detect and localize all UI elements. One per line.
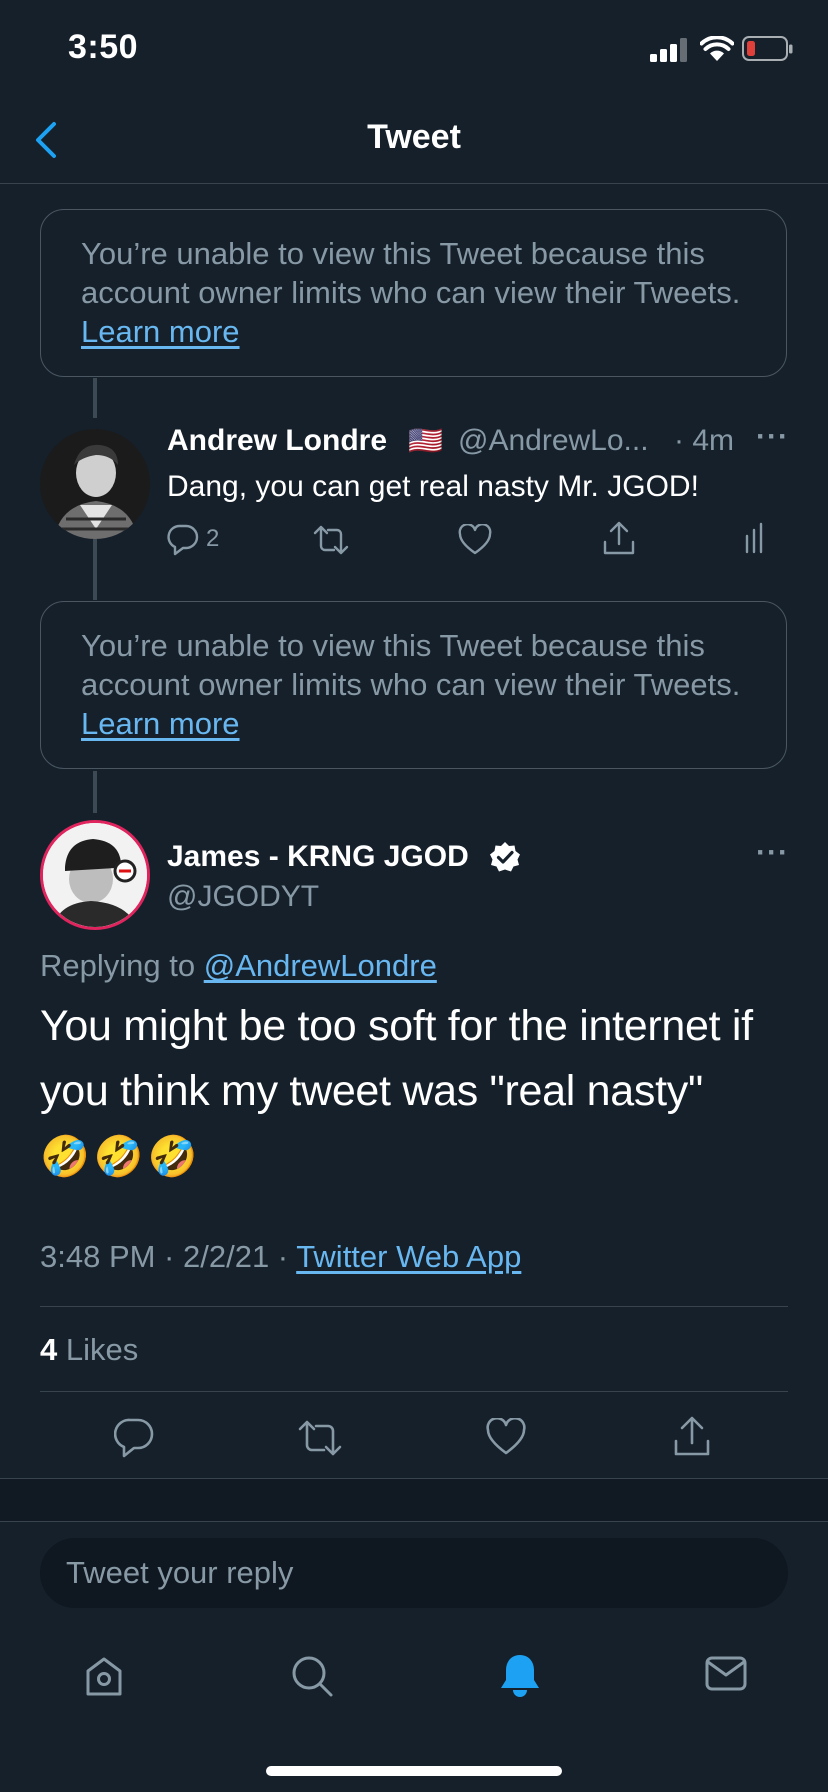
share-icon[interactable] — [672, 1414, 712, 1458]
author-handle[interactable]: @JGODYT — [167, 880, 319, 914]
divider — [40, 1306, 788, 1307]
divider — [0, 1521, 828, 1522]
tweet-time: · 4m — [674, 424, 734, 457]
reply-icon[interactable] — [166, 522, 200, 556]
wifi-icon — [700, 36, 734, 61]
restricted-tweet-notice: You’re unable to view this Tweet because… — [40, 601, 787, 769]
divider — [40, 1391, 788, 1392]
likes-stat[interactable]: 4 Likes — [40, 1332, 138, 1368]
author-name[interactable]: James - KRNG JGOD — [167, 840, 469, 874]
learn-more-link[interactable]: Learn more — [81, 314, 240, 349]
restricted-notice-text: You’re unable to view this Tweet because… — [81, 236, 741, 310]
emoji-row: 🤣🤣🤣 — [40, 1135, 202, 1179]
author-name[interactable]: Andrew Londre — [167, 424, 387, 458]
replying-to-label: Replying to — [40, 948, 196, 983]
page-title: Tweet — [367, 118, 461, 156]
signal-icon — [650, 38, 687, 62]
more-options-icon[interactable]: ··· — [756, 836, 789, 870]
reply-icon[interactable] — [114, 1416, 154, 1458]
header-divider — [0, 183, 828, 184]
reply-input[interactable]: Tweet your reply — [40, 1538, 788, 1608]
tweet-source-link[interactable]: Twitter Web App — [296, 1239, 521, 1274]
retweet-icon[interactable] — [297, 1418, 343, 1458]
like-icon[interactable] — [486, 1418, 526, 1456]
tweet-body: You might be too soft for the internet i… — [40, 1002, 753, 1115]
thread-line — [93, 538, 97, 600]
search-icon[interactable] — [290, 1654, 334, 1698]
notifications-icon[interactable] — [498, 1652, 542, 1698]
verified-badge-icon — [490, 842, 520, 872]
avatar[interactable] — [40, 429, 150, 539]
thread-line — [93, 378, 97, 418]
tweet-timestamp: 3:48 PM · 2/2/21 · — [40, 1239, 289, 1274]
retweet-icon[interactable] — [312, 524, 350, 556]
status-time: 3:50 — [68, 28, 139, 66]
share-icon[interactable] — [602, 520, 636, 556]
tweet-timestamp-row: 3:48 PM · 2/2/21 · Twitter Web App — [40, 1239, 521, 1275]
restricted-tweet-notice: You’re unable to view this Tweet because… — [40, 209, 787, 377]
author-handle[interactable]: @AndrewLo... — [458, 424, 649, 458]
more-options-icon[interactable]: ··· — [756, 420, 789, 454]
tweet-text: Dang, you can get real nasty Mr. JGOD! — [167, 470, 699, 503]
like-icon[interactable] — [458, 524, 492, 556]
reply-count: 2 — [206, 525, 220, 552]
likes-count: 4 — [40, 1332, 58, 1367]
main-tweet-text: You might be too soft for the internet i… — [40, 994, 800, 1190]
replying-to-link[interactable]: @AndrewLondre — [204, 948, 437, 983]
home-indicator — [266, 1766, 562, 1776]
reply-input-placeholder: Tweet your reply — [66, 1555, 294, 1590]
thread-line — [93, 771, 97, 813]
home-icon[interactable] — [82, 1654, 126, 1698]
section-gap — [0, 1479, 828, 1521]
battery-icon — [742, 36, 793, 61]
replying-to: Replying to @AndrewLondre — [40, 948, 437, 984]
avatar[interactable] — [40, 820, 150, 930]
flag-emoji: 🇺🇸 — [408, 425, 443, 456]
learn-more-link[interactable]: Learn more — [81, 706, 240, 741]
messages-icon[interactable] — [704, 1654, 748, 1694]
likes-label: Likes — [65, 1332, 139, 1367]
analytics-icon[interactable] — [744, 522, 768, 554]
restricted-notice-text: You’re unable to view this Tweet because… — [81, 628, 741, 702]
